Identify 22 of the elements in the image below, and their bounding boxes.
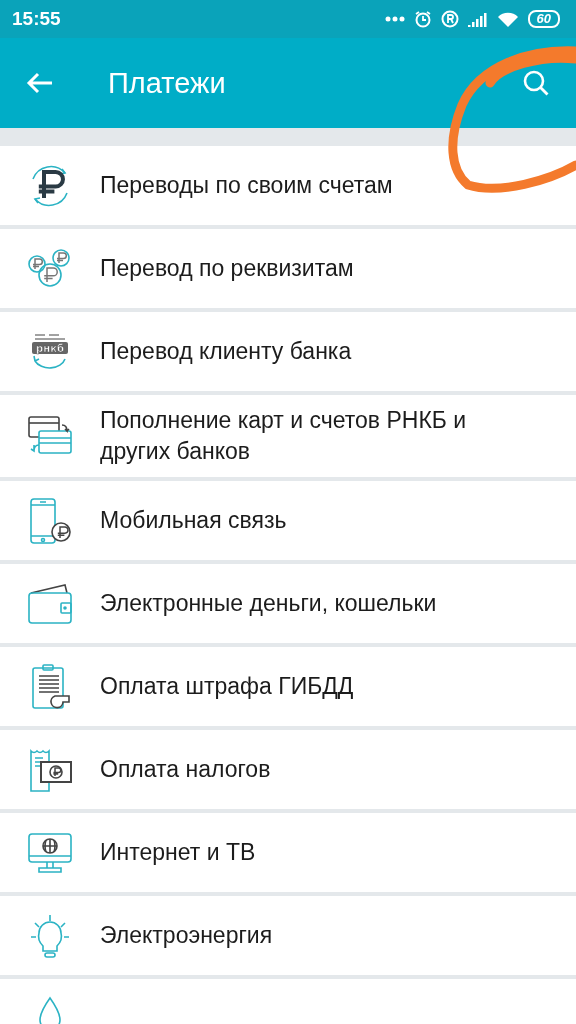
wifi-icon <box>496 10 519 28</box>
status-time: 15:55 <box>12 8 62 30</box>
payment-list-item[interactable]: рнкб Перевод клиенту банка <box>0 312 576 391</box>
payment-list-item[interactable]: Электроэнергия <box>0 896 576 975</box>
payment-list-item[interactable]: Интернет и ТВ <box>0 813 576 892</box>
payment-list-item[interactable]: Оплата штрафа ГИБДД <box>0 647 576 726</box>
payment-list-item[interactable]: Электронные деньги, кошельки <box>0 564 576 643</box>
more-dots-icon <box>384 16 405 22</box>
payment-list-item[interactable]: Пополнение карт и счетов РНКБ и других банков <box>0 395 576 477</box>
payment-list-item[interactable]: Оплата налогов <box>0 730 576 809</box>
roaming-icon <box>440 10 459 28</box>
payment-list-item[interactable]: Переводы по своим счетам <box>0 146 576 225</box>
payment-list-item[interactable]: Мобильная связь <box>0 481 576 560</box>
back-arrow-icon <box>26 71 54 95</box>
search-icon <box>522 69 550 97</box>
battery-level: 60 <box>527 10 560 28</box>
bank-logo-text: рнкб <box>36 342 64 354</box>
payment-list-item[interactable]: Перевод по реквизитам <box>0 229 576 308</box>
signal-icon <box>467 11 488 27</box>
bank-logo-icon <box>32 334 68 369</box>
alarm-icon <box>413 10 432 28</box>
screen-title: Платежи <box>108 66 227 100</box>
